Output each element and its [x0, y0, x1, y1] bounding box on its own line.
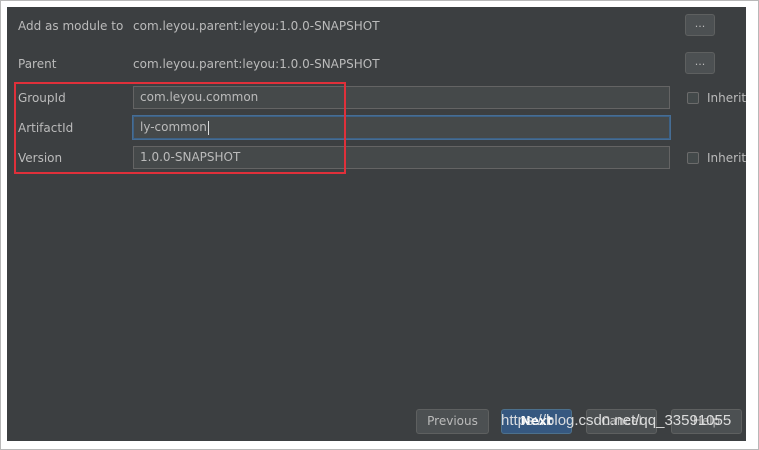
- version-inherit-label: Inherit: [707, 151, 746, 165]
- add-as-module-to-label: Add as module to: [18, 19, 124, 33]
- next-button[interactable]: Next: [501, 409, 572, 434]
- screenshot-frame: Add as module to com.leyou.parent:leyou:…: [0, 0, 759, 450]
- parent-label: Parent: [18, 57, 57, 71]
- new-module-dialog: Add as module to com.leyou.parent:leyou:…: [7, 7, 746, 441]
- add-as-module-to-browse-button[interactable]: ...: [685, 14, 715, 36]
- add-as-module-to-value: com.leyou.parent:leyou:1.0.0-SNAPSHOT: [133, 19, 380, 33]
- help-button[interactable]: Help: [671, 409, 742, 434]
- previous-button[interactable]: Previous: [416, 409, 489, 434]
- parent-value: com.leyou.parent:leyou:1.0.0-SNAPSHOT: [133, 57, 380, 71]
- cancel-button[interactable]: Cancel: [586, 409, 657, 434]
- group-id-inherit-label: Inherit: [707, 91, 746, 105]
- parent-browse-button[interactable]: ...: [685, 52, 715, 74]
- version-inherit-checkbox[interactable]: [687, 152, 699, 164]
- annotation-highlight-box: [14, 82, 346, 174]
- group-id-inherit-checkbox[interactable]: [687, 92, 699, 104]
